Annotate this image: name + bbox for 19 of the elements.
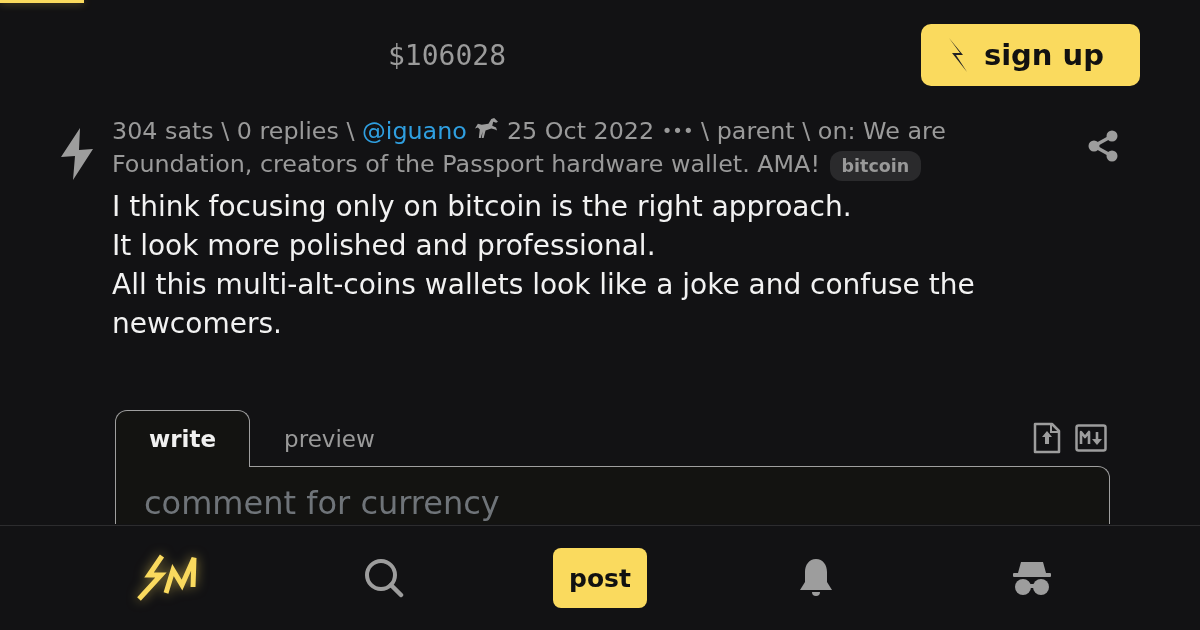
bell-icon[interactable] bbox=[798, 558, 834, 598]
editor-tab[interactable]: preview bbox=[250, 410, 409, 467]
hat-glasses-icon[interactable] bbox=[1013, 560, 1051, 596]
markdown-icon[interactable] bbox=[1075, 424, 1107, 452]
more-button[interactable]: ••• bbox=[661, 114, 694, 147]
item-meta: 304 sats \ 0 replies \ @iguano 25 Oct 2022 ••• \ parent \ on: We are Foundation, creators of the Passport hardware wallet. AMA! bitcoin bbox=[112, 114, 1022, 181]
user-link[interactable]: @iguano bbox=[362, 117, 467, 145]
signup-button[interactable]: sign up bbox=[920, 24, 1140, 86]
comment-text: I think focusing only on bitcoin is the right approach. It look more polished and professional. All this multi-alt-coins wallets look like a joke and confuse the newcomers. bbox=[112, 189, 976, 342]
horse-icon bbox=[474, 117, 500, 140]
upload-icon[interactable] bbox=[1033, 422, 1061, 454]
category-tag[interactable]: bitcoin bbox=[829, 151, 922, 181]
price-text: $106028 bbox=[388, 38, 506, 72]
share-icon[interactable] bbox=[1088, 130, 1118, 162]
post-button[interactable]: post bbox=[553, 548, 647, 608]
comment-field[interactable]: comment for currency bbox=[115, 466, 1110, 524]
editor-tab[interactable]: write bbox=[115, 410, 251, 467]
search-icon[interactable] bbox=[364, 558, 404, 598]
upvote-icon[interactable] bbox=[60, 128, 94, 180]
